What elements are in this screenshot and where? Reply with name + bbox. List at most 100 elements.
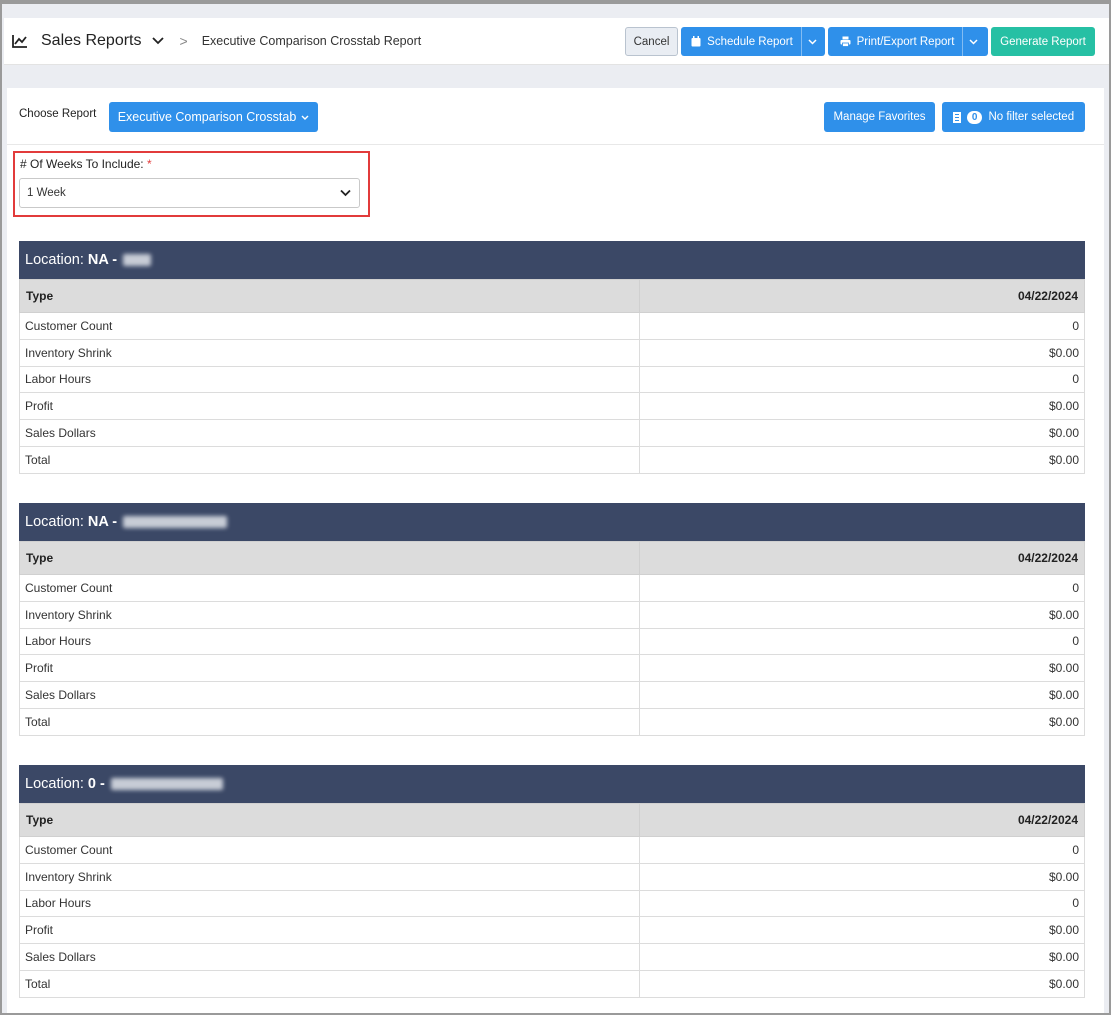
location-header: Location: 0 - <box>19 765 1085 803</box>
print-export-button[interactable]: Print/Export Report <box>828 27 988 56</box>
row-type: Sales Dollars <box>19 681 640 709</box>
chevron-down-icon <box>340 189 351 197</box>
row-value: 0 <box>639 574 1085 602</box>
table-row: Profit $0.00 <box>19 916 1085 945</box>
row-value: 0 <box>639 365 1085 394</box>
selected-report-label: Executive Comparison Crosstab <box>117 110 297 124</box>
row-type: Total <box>19 969 640 998</box>
location-table: Type 04/22/2024 Customer Count 0 Inventor… <box>19 803 1085 998</box>
schedule-report-label: Schedule Report <box>707 35 793 48</box>
breadcrumb-current: Executive Comparison Crosstab Report <box>201 34 422 48</box>
weeks-label: # Of Weeks To Include: * <box>20 157 152 171</box>
row-type: Sales Dollars <box>19 419 640 447</box>
row-value: $0.00 <box>639 445 1085 474</box>
table-row: Sales Dollars $0.00 <box>19 419 1085 447</box>
choose-report-dropdown[interactable]: Executive Comparison Crosstab <box>109 102 318 132</box>
date-column-header: 04/22/2024 <box>639 541 1085 575</box>
redacted-name <box>123 516 228 528</box>
row-type: Inventory Shrink <box>19 600 640 629</box>
weeks-select[interactable]: 1 Week <box>19 178 360 208</box>
print-dropdown-toggle[interactable] <box>962 27 984 56</box>
weeks-field-highlight: # Of Weeks To Include: * 1 Week <box>13 151 370 217</box>
row-type: Labor Hours <box>19 365 640 394</box>
location-code: NA - <box>87 252 118 268</box>
row-type: Profit <box>19 392 640 421</box>
location-prefix: Location: <box>25 776 84 792</box>
schedule-report-button[interactable]: Schedule Report <box>681 27 825 56</box>
row-value: $0.00 <box>639 943 1085 971</box>
weeks-label-text: # Of Weeks To Include: <box>20 157 144 171</box>
row-type: Sales Dollars <box>19 943 640 971</box>
top-bar: Sales Reports > Executive Comparison Cro… <box>4 18 1109 65</box>
table-row: Profit $0.00 <box>19 654 1085 683</box>
filter-list-icon <box>952 111 961 123</box>
location-table: Type 04/22/2024 Customer Count 0 Inventor… <box>19 279 1085 474</box>
row-value: $0.00 <box>639 600 1085 629</box>
row-value: 0 <box>639 889 1085 918</box>
chart-line-icon <box>12 34 28 48</box>
row-type: Customer Count <box>19 574 640 602</box>
location-code: 0 - <box>87 776 105 792</box>
table-row: Sales Dollars $0.00 <box>19 681 1085 709</box>
filter-button[interactable]: 0 No filter selected <box>942 102 1085 132</box>
row-value: 0 <box>639 836 1085 864</box>
calendar-icon <box>691 36 701 47</box>
table-row: Inventory Shrink $0.00 <box>19 338 1085 367</box>
type-column-header: Type <box>19 803 640 837</box>
row-value: $0.00 <box>639 707 1085 736</box>
filter-count-badge: 0 <box>966 110 983 124</box>
row-type: Labor Hours <box>19 889 640 918</box>
table-row: Sales Dollars $0.00 <box>19 943 1085 971</box>
table-header-row: Type 04/22/2024 <box>19 803 1085 837</box>
date-column-header: 04/22/2024 <box>639 279 1085 313</box>
row-type: Labor Hours <box>19 627 640 656</box>
chevron-down-icon <box>301 115 309 120</box>
row-value: 0 <box>639 627 1085 656</box>
row-value: $0.00 <box>639 916 1085 945</box>
location-table: Type 04/22/2024 Customer Count 0 Inventor… <box>19 541 1085 736</box>
generate-report-button[interactable]: Generate Report <box>991 27 1095 56</box>
manage-favorites-button[interactable]: Manage Favorites <box>824 102 935 132</box>
row-value: $0.00 <box>639 969 1085 998</box>
table-row: Profit $0.00 <box>19 392 1085 421</box>
row-value: $0.00 <box>639 862 1085 891</box>
row-value: 0 <box>639 312 1085 340</box>
table-row: Labor Hours 0 <box>19 365 1085 394</box>
table-header-row: Type 04/22/2024 <box>19 279 1085 313</box>
chevron-down-icon <box>969 38 978 45</box>
location-block: Location: NA - Type 04/22/2024 Customer … <box>19 503 1085 736</box>
cancel-button-label: Cancel <box>633 35 670 48</box>
row-type: Total <box>19 445 640 474</box>
row-value: $0.00 <box>639 654 1085 683</box>
row-type: Profit <box>19 916 640 945</box>
breadcrumb-separator: > <box>179 33 188 49</box>
location-prefix: Location: <box>25 514 84 530</box>
cancel-button[interactable]: Cancel <box>625 27 678 56</box>
table-row: Total $0.00 <box>19 969 1085 998</box>
table-row: Customer Count 0 <box>19 574 1085 602</box>
generate-report-label: Generate Report <box>1000 35 1086 48</box>
table-row: Labor Hours 0 <box>19 889 1085 918</box>
table-row: Inventory Shrink $0.00 <box>19 862 1085 891</box>
row-type: Inventory Shrink <box>19 338 640 367</box>
chevron-down-icon[interactable] <box>151 37 164 45</box>
location-header: Location: NA - <box>19 241 1085 279</box>
choose-report-row: Choose Report Executive Comparison Cross… <box>7 88 1104 145</box>
filter-label: No filter selected <box>988 111 1075 123</box>
row-value: $0.00 <box>639 419 1085 447</box>
location-code: NA - <box>87 514 118 530</box>
table-row: Total $0.00 <box>19 445 1085 474</box>
schedule-dropdown-toggle[interactable] <box>800 27 823 56</box>
table-header-row: Type 04/22/2024 <box>19 541 1085 575</box>
table-row: Customer Count 0 <box>19 836 1085 864</box>
table-row: Total $0.00 <box>19 707 1085 736</box>
choose-report-label: Choose Report <box>19 108 97 120</box>
redacted-name <box>123 254 152 266</box>
print-export-label: Print/Export Report <box>856 35 955 48</box>
location-block: Location: 0 - Type 04/22/2024 Customer C… <box>19 765 1085 998</box>
location-block: Location: NA - Type 04/22/2024 Customer … <box>19 241 1085 474</box>
page-title[interactable]: Sales Reports <box>41 32 142 50</box>
row-type: Customer Count <box>19 312 640 340</box>
required-mark: * <box>146 157 152 171</box>
row-type: Inventory Shrink <box>19 862 640 891</box>
